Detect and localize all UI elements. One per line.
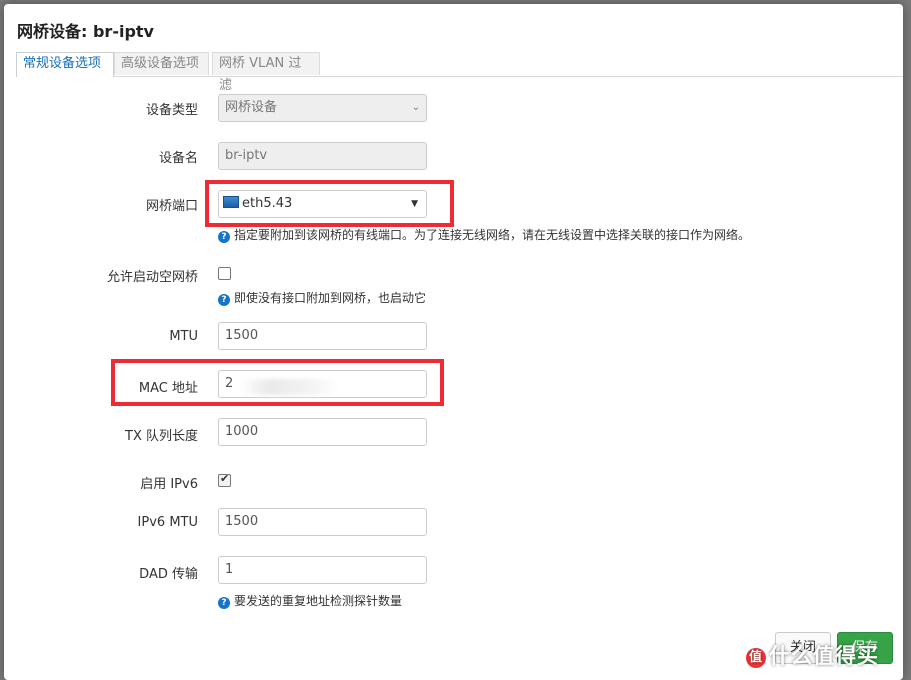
- highlight-box-mac-address: [111, 359, 444, 406]
- highlight-box-bridge-ports: [205, 180, 454, 227]
- ipv6-mtu-input[interactable]: 1500: [218, 508, 427, 536]
- device-name-input[interactable]: br-iptv: [218, 142, 427, 170]
- save-button[interactable]: 保存: [837, 632, 893, 664]
- help-icon: ?: [218, 597, 230, 609]
- mtu-input[interactable]: 1500: [218, 322, 427, 350]
- enable-ipv6-label: 启用 IPv6: [140, 477, 198, 492]
- watermark-badge: 值: [746, 648, 766, 668]
- help-icon: ?: [218, 294, 230, 306]
- tab-general-options[interactable]: 常规设备选项: [16, 52, 114, 77]
- device-type-value: 网桥设备: [225, 100, 278, 115]
- mtu-label: MTU: [169, 329, 198, 344]
- dismiss-button[interactable]: 关闭: [775, 632, 831, 664]
- enable-ipv6-checkbox[interactable]: ✔: [218, 472, 231, 487]
- dialog-title: 网桥设备: br-iptv: [17, 22, 154, 41]
- help-icon: ?: [218, 231, 230, 243]
- dad-transmits-input[interactable]: 1: [218, 556, 427, 584]
- device-name-label: 设备名: [158, 151, 198, 166]
- bring-up-empty-help: ? 即使没有接口附加到网桥，也启动它: [218, 289, 426, 306]
- bridge-device-dialog: 网桥设备: br-iptv 常规设备选项 高级设备选项 网桥 VLAN 过滤 设…: [4, 4, 903, 680]
- tx-queue-label: TX 队列长度: [125, 429, 198, 444]
- chevron-down-icon: ⌄: [411, 102, 420, 113]
- bring-up-empty-label: 允许启动空网桥: [106, 270, 198, 285]
- tx-queue-input[interactable]: 1000: [218, 418, 427, 446]
- device-type-select[interactable]: 网桥设备 ⌄: [218, 94, 427, 122]
- bring-up-empty-checkbox[interactable]: [218, 267, 231, 280]
- tab-bridge-vlan-filter[interactable]: 网桥 VLAN 过滤: [212, 52, 320, 93]
- tab-bar: 常规设备选项 高级设备选项 网桥 VLAN 过滤: [16, 52, 903, 93]
- dad-transmits-label: DAD 传输: [139, 567, 198, 582]
- tab-advanced-options[interactable]: 高级设备选项: [114, 52, 209, 75]
- device-type-label: 设备类型: [145, 103, 198, 118]
- checkmark-icon: ✔: [220, 472, 230, 485]
- bridge-ports-label: 网桥端口: [145, 199, 198, 214]
- ipv6-mtu-label: IPv6 MTU: [137, 515, 198, 530]
- dad-transmits-help: ? 要发送的重复地址检测探针数量: [218, 592, 402, 609]
- bridge-ports-help: ? 指定要附加到该网桥的有线端口。为了连接无线网络，请在无线设置中选择关联的接口作…: [218, 226, 750, 243]
